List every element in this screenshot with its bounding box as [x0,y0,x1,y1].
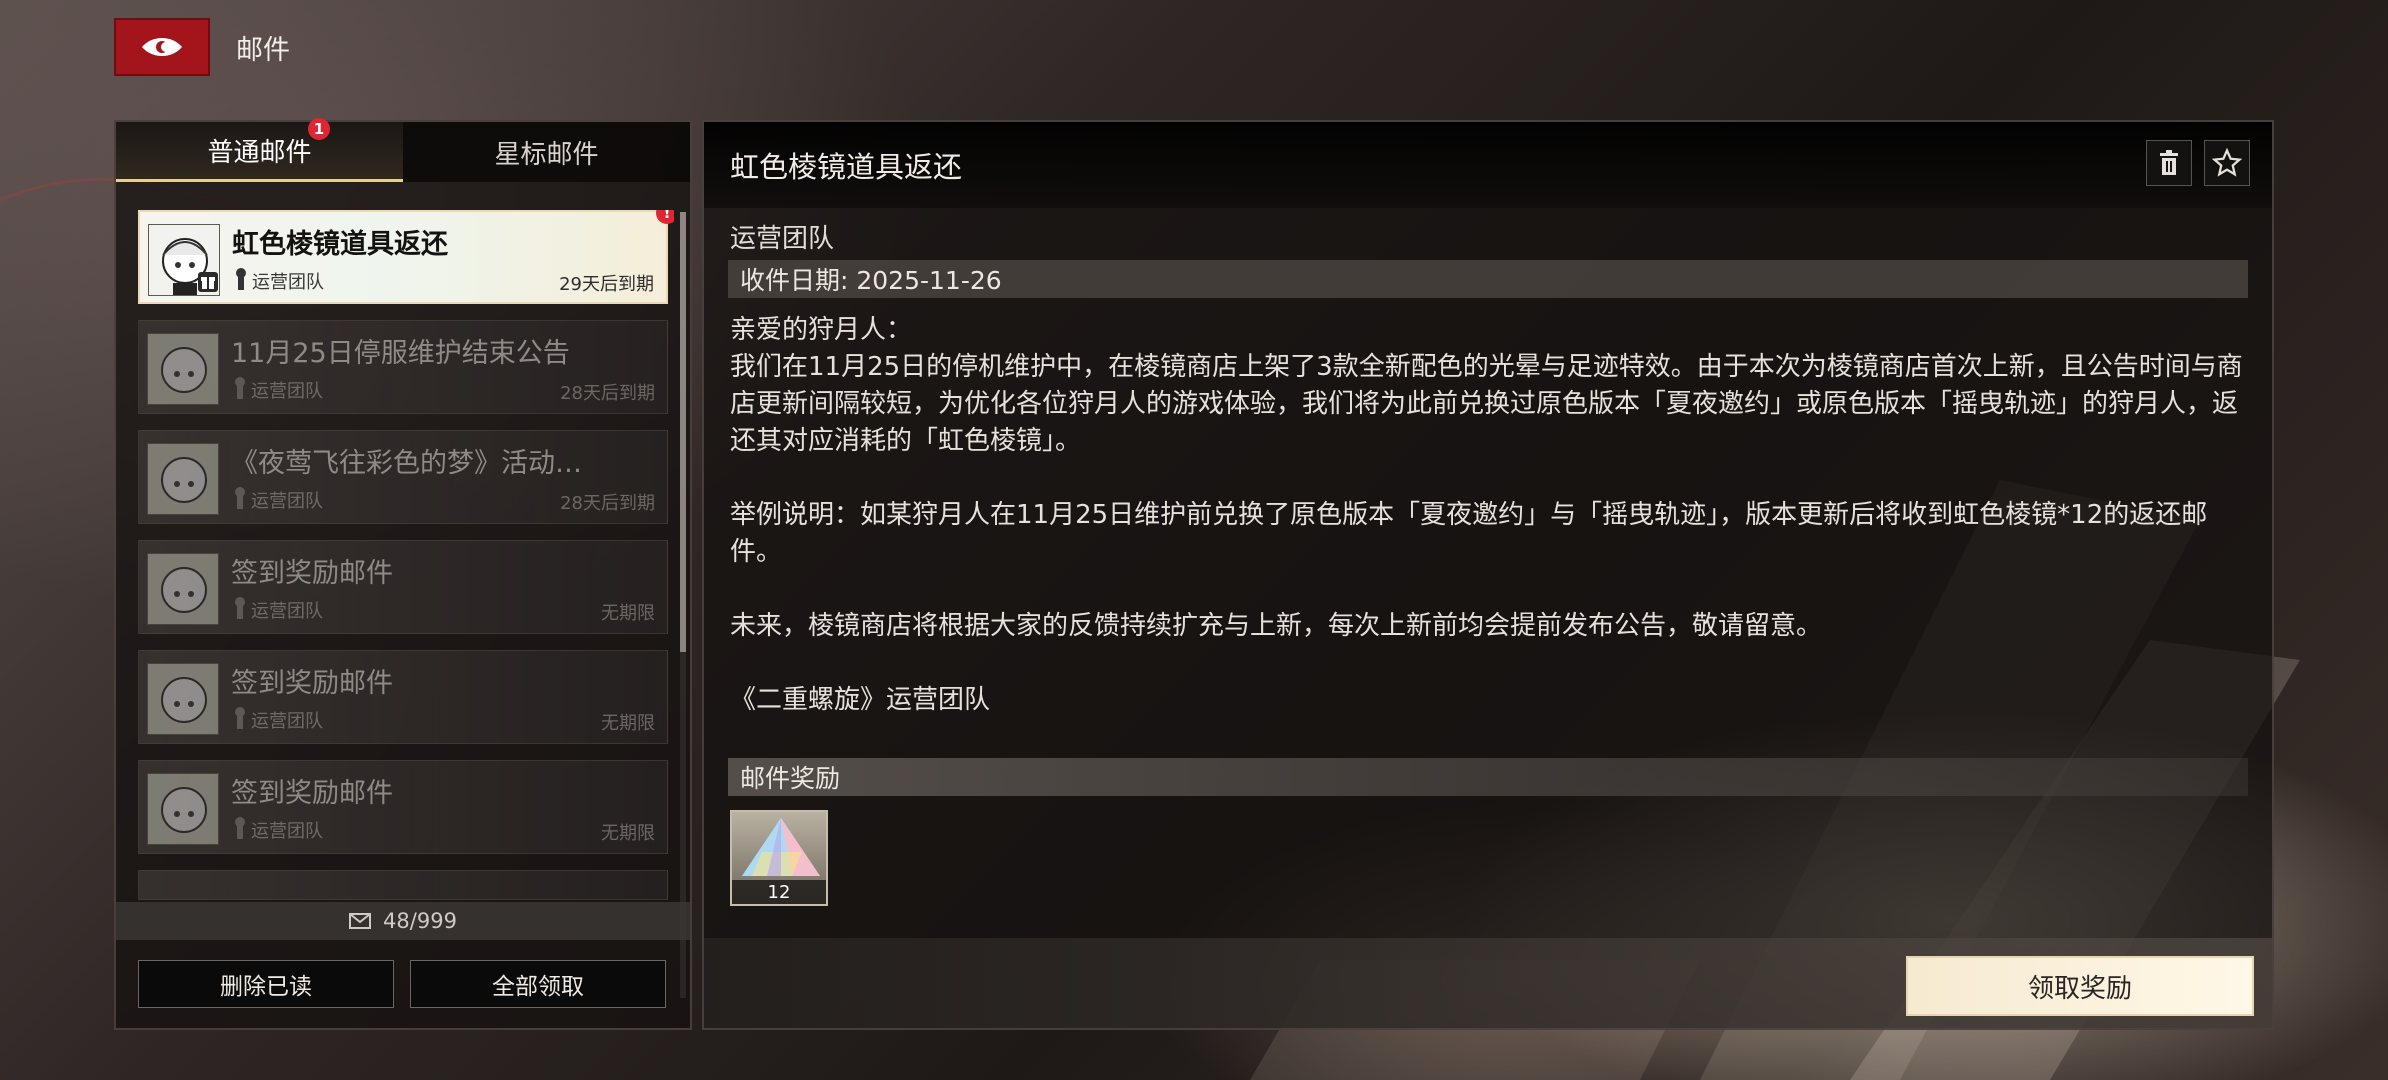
claim-reward-button[interactable]: 领取奖励 [1906,956,2254,1016]
list-item[interactable]: 《夜莺飞往彩色的梦》活动… 运营团队 28天后到期 [138,430,668,524]
sender-icon [235,597,245,619]
sender-icon [236,268,246,290]
list-item[interactable]: 签到奖励邮件 运营团队 无期限 [138,760,668,854]
mail-title: 虹色棱镜道具返还 [232,229,448,260]
mail-list-scrollbar[interactable] [680,212,686,998]
sender-icon [235,707,245,729]
mail-sender: 运营团队 [251,601,323,622]
mail-count: 48/999 [383,909,457,933]
mail-body: 亲爱的狩月人： 我们在11月25日的停机维护中，在棱镜商店上架了3款全新配色的光… [730,315,2243,715]
back-button[interactable] [114,18,210,76]
new-mail-badge: ! [656,210,674,224]
list-item[interactable]: 签到奖励邮件 运营团队 无期限 [138,650,668,744]
mail-title: 11月25日停服维护结束公告 [231,338,570,369]
mail-expiry: 无期限 [601,603,655,624]
tab-label: 普通邮件 [207,138,312,168]
tab-label: 星标邮件 [494,139,599,170]
back-eye-icon [142,38,182,56]
mail-expiry: 28天后到期 [560,493,655,514]
gift-icon [198,272,218,292]
sender-icon [235,817,245,839]
mail-expiry: 无期限 [601,713,655,734]
mail-sender: 运营团队 [251,491,323,512]
list-item[interactable]: 11月25日停服维护结束公告 运营团队 28天后到期 [138,320,668,414]
mail-title: 《夜莺飞往彩色的梦》活动… [231,448,582,479]
detail-title: 虹色棱镜道具返还 [730,150,963,184]
list-item[interactable]: 签到奖励邮件 运营团队 无期限 [138,540,668,634]
mail-expiry: 29天后到期 [559,274,654,295]
page-title: 邮件 [236,35,290,66]
avatar [147,663,219,735]
mail-sender: 运营团队 [251,821,323,842]
list-item[interactable] [138,870,668,900]
mail-sender: 运营团队 [251,711,323,732]
mail-list-panel: 普通邮件 1 星标邮件 虹色棱镜道具返还 运营团队 29天后到期 ! 11月25… [114,118,692,1030]
mail-sender: 运营团队 [252,272,324,293]
delete-read-button[interactable]: 删除已读 [138,960,394,1008]
unread-badge: 1 [308,118,330,140]
received-date: 收件日期: 2025-11-26 [728,260,2248,298]
scroll-thumb[interactable] [680,212,686,652]
detail-sender: 运营团队 [730,224,835,254]
mail-expiry: 28天后到期 [560,383,655,404]
mail-expiry: 无期限 [601,823,655,844]
delete-button[interactable] [2146,140,2192,186]
reward-count: 12 [732,880,826,904]
sender-icon [235,377,245,399]
avatar [147,333,219,405]
avatar [147,443,219,515]
mail-title: 签到奖励邮件 [231,778,393,809]
trash-icon [2160,150,2178,175]
mail-title: 签到奖励邮件 [231,558,393,589]
mail-sender: 运营团队 [251,381,323,402]
mail-tabs: 普通邮件 1 星标邮件 [116,118,690,182]
list-item[interactable]: 虹色棱镜道具返还 运营团队 29天后到期 ! [138,210,674,304]
claim-all-button[interactable]: 全部领取 [410,960,666,1008]
star-icon [2212,148,2242,177]
avatar [147,773,219,845]
mail-title: 签到奖励邮件 [231,668,393,699]
avatar [147,553,219,625]
sender-icon [235,487,245,509]
tab-normal-mail[interactable]: 普通邮件 1 [116,118,403,182]
mail-list[interactable]: 虹色棱镜道具返还 运营团队 29天后到期 ! 11月25日停服维护结束公告 运营… [138,210,674,990]
mail-detail-panel: 虹色棱镜道具返还 运营团队 收件日期: 2025-11-26 亲爱的狩月人： 我… [702,120,2274,1030]
prism-icon [742,818,820,876]
detail-header: 虹色棱镜道具返还 [704,122,2272,208]
mail-count-bar: 48/999 [116,902,690,940]
star-button[interactable] [2204,140,2250,186]
envelope-icon [349,913,372,929]
reward-section-header: 邮件奖励 [728,758,2248,796]
tab-starred-mail[interactable]: 星标邮件 [403,122,690,182]
reward-item[interactable]: 12 [730,810,828,906]
